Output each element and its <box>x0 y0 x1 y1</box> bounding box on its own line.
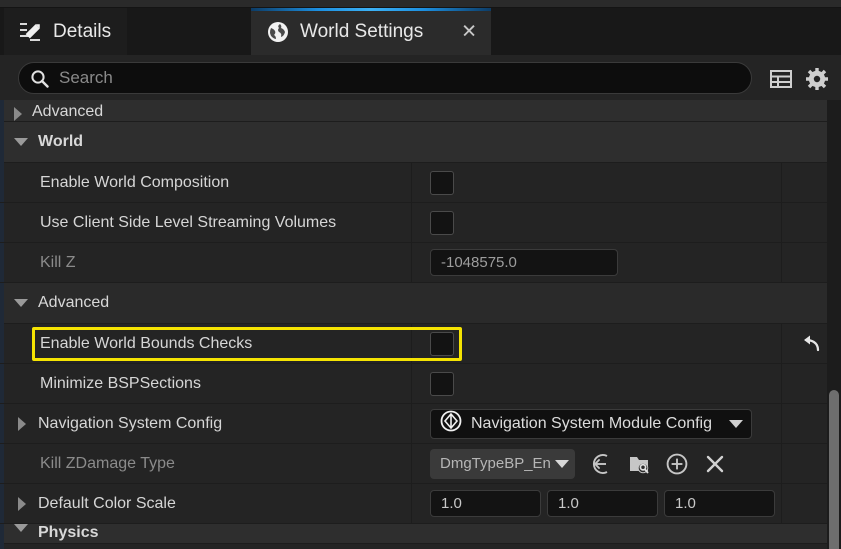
search-icon <box>30 69 49 88</box>
category-header-advanced-clipped[interactable]: Advanced <box>0 100 841 122</box>
search-row <box>0 55 841 100</box>
kill-z-field[interactable]: -1048575.0 <box>430 249 618 276</box>
window-top-strip <box>0 0 841 8</box>
chevron-down-icon <box>14 138 28 146</box>
world-settings-panel: Details World Settings ✕ Search Advanced… <box>0 0 841 549</box>
property-name-cell: Kill ZDamage Type <box>0 444 411 483</box>
property-value-cell <box>411 364 781 403</box>
kill-zdamage-type-dropdown[interactable]: DmgTypeBP_Enviro <box>430 448 575 479</box>
property-label: Kill ZDamage Type <box>40 454 175 472</box>
chevron-right-icon[interactable] <box>18 496 26 511</box>
category-label: Advanced <box>32 103 104 120</box>
tab-bar: Details World Settings ✕ <box>0 8 841 55</box>
property-name-cell: Enable World Bounds Checks <box>0 324 411 363</box>
property-value-cell <box>411 163 781 202</box>
table-row: Kill ZDamage Type DmgTypeBP_Enviro <box>0 444 841 484</box>
new-asset-icon[interactable] <box>665 452 689 476</box>
table-row: Use Client Side Level Streaming Volumes <box>0 203 841 243</box>
reset-arrow-icon[interactable] <box>801 334 823 354</box>
property-value-cell: 1.0 1.0 1.0 <box>411 484 781 523</box>
property-label: Minimize BSPSections <box>40 374 201 392</box>
use-selected-asset-icon[interactable] <box>589 452 613 476</box>
globe-icon <box>267 21 289 43</box>
property-value-cell <box>411 203 781 242</box>
chevron-down-icon <box>14 524 28 532</box>
scrollbar-thumb[interactable] <box>829 390 839 549</box>
navigation-system-config-dropdown[interactable]: Navigation System Module Config <box>430 408 752 439</box>
table-row: Navigation System Config Navigation Syst… <box>0 404 841 444</box>
category-header-advanced[interactable]: Advanced <box>0 283 841 324</box>
table-row: Enable World Composition <box>0 163 841 203</box>
default-color-scale-y-field[interactable]: 1.0 <box>547 490 658 517</box>
property-name-cell: Enable World Composition <box>0 163 411 202</box>
property-list: Advanced World Enable World Composition … <box>0 100 841 549</box>
navigation-system-config-value: Navigation System Module Config <box>471 414 713 432</box>
property-label: Enable World Composition <box>40 173 230 191</box>
property-name-cell: Default Color Scale <box>0 484 411 523</box>
chevron-down-icon <box>14 299 28 307</box>
property-name-cell: Minimize BSPSections <box>0 364 411 403</box>
chevron-right-icon <box>14 107 22 121</box>
grid-view-icon[interactable] <box>770 68 792 90</box>
property-label: Default Color Scale <box>38 494 176 512</box>
enable-world-composition-checkbox[interactable] <box>430 170 454 195</box>
chevron-right-icon[interactable] <box>18 416 26 431</box>
property-label: Use Client Side Level Streaming Volumes <box>40 213 337 231</box>
chevron-down-icon <box>729 419 743 428</box>
tab-details-label: Details <box>53 20 112 42</box>
tab-details[interactable]: Details <box>4 8 128 55</box>
table-row: Minimize BSPSections <box>0 364 841 404</box>
asset-action-icons <box>589 452 727 476</box>
category-header-physics-clipped[interactable]: Physics <box>0 524 841 544</box>
pencil-lines-icon <box>20 21 42 43</box>
category-label: Advanced <box>38 294 110 311</box>
property-name-cell: Kill Z <box>0 243 411 282</box>
clear-asset-icon[interactable] <box>703 452 727 476</box>
close-icon[interactable]: ✕ <box>461 22 477 41</box>
property-value-cell: DmgTypeBP_Enviro <box>411 444 781 483</box>
chevron-down-icon <box>555 459 569 468</box>
kill-zdamage-type-value: DmgTypeBP_Enviro <box>440 455 551 472</box>
property-value-cell: Navigation System Module Config <box>411 404 781 443</box>
property-name-cell: Use Client Side Level Streaming Volumes <box>0 203 411 242</box>
property-label: Navigation System Config <box>38 414 223 432</box>
search-box[interactable] <box>18 62 752 94</box>
property-value-cell: -1048575.0 <box>411 243 781 282</box>
table-row: Default Color Scale 1.0 1.0 1.0 <box>0 484 841 524</box>
category-header-world[interactable]: World <box>0 122 841 163</box>
category-label: World <box>38 133 84 150</box>
property-name-cell: Navigation System Config <box>0 404 411 443</box>
search-input[interactable] <box>49 68 751 88</box>
category-label: Physics <box>38 524 99 541</box>
minimize-bspsections-checkbox[interactable] <box>430 371 454 396</box>
enable-world-bounds-checks-checkbox[interactable] <box>430 331 454 356</box>
property-value-cell <box>411 324 781 363</box>
nav-config-icon <box>440 410 462 437</box>
property-label: Enable World Bounds Checks <box>40 334 253 352</box>
settings-gear-icon[interactable] <box>806 68 828 90</box>
table-row: Enable World Bounds Checks <box>0 324 841 364</box>
property-label: Kill Z <box>40 253 76 271</box>
browse-asset-icon[interactable] <box>627 452 651 476</box>
tab-world-settings[interactable]: World Settings ✕ <box>251 8 491 55</box>
use-client-side-level-streaming-volumes-checkbox[interactable] <box>430 210 454 235</box>
default-color-scale-x-field[interactable]: 1.0 <box>430 490 541 517</box>
scrollbar-track[interactable] <box>827 100 841 549</box>
default-color-scale-z-field[interactable]: 1.0 <box>664 490 775 517</box>
tab-world-settings-label: World Settings <box>300 20 424 42</box>
table-row: Kill Z -1048575.0 <box>0 243 841 283</box>
